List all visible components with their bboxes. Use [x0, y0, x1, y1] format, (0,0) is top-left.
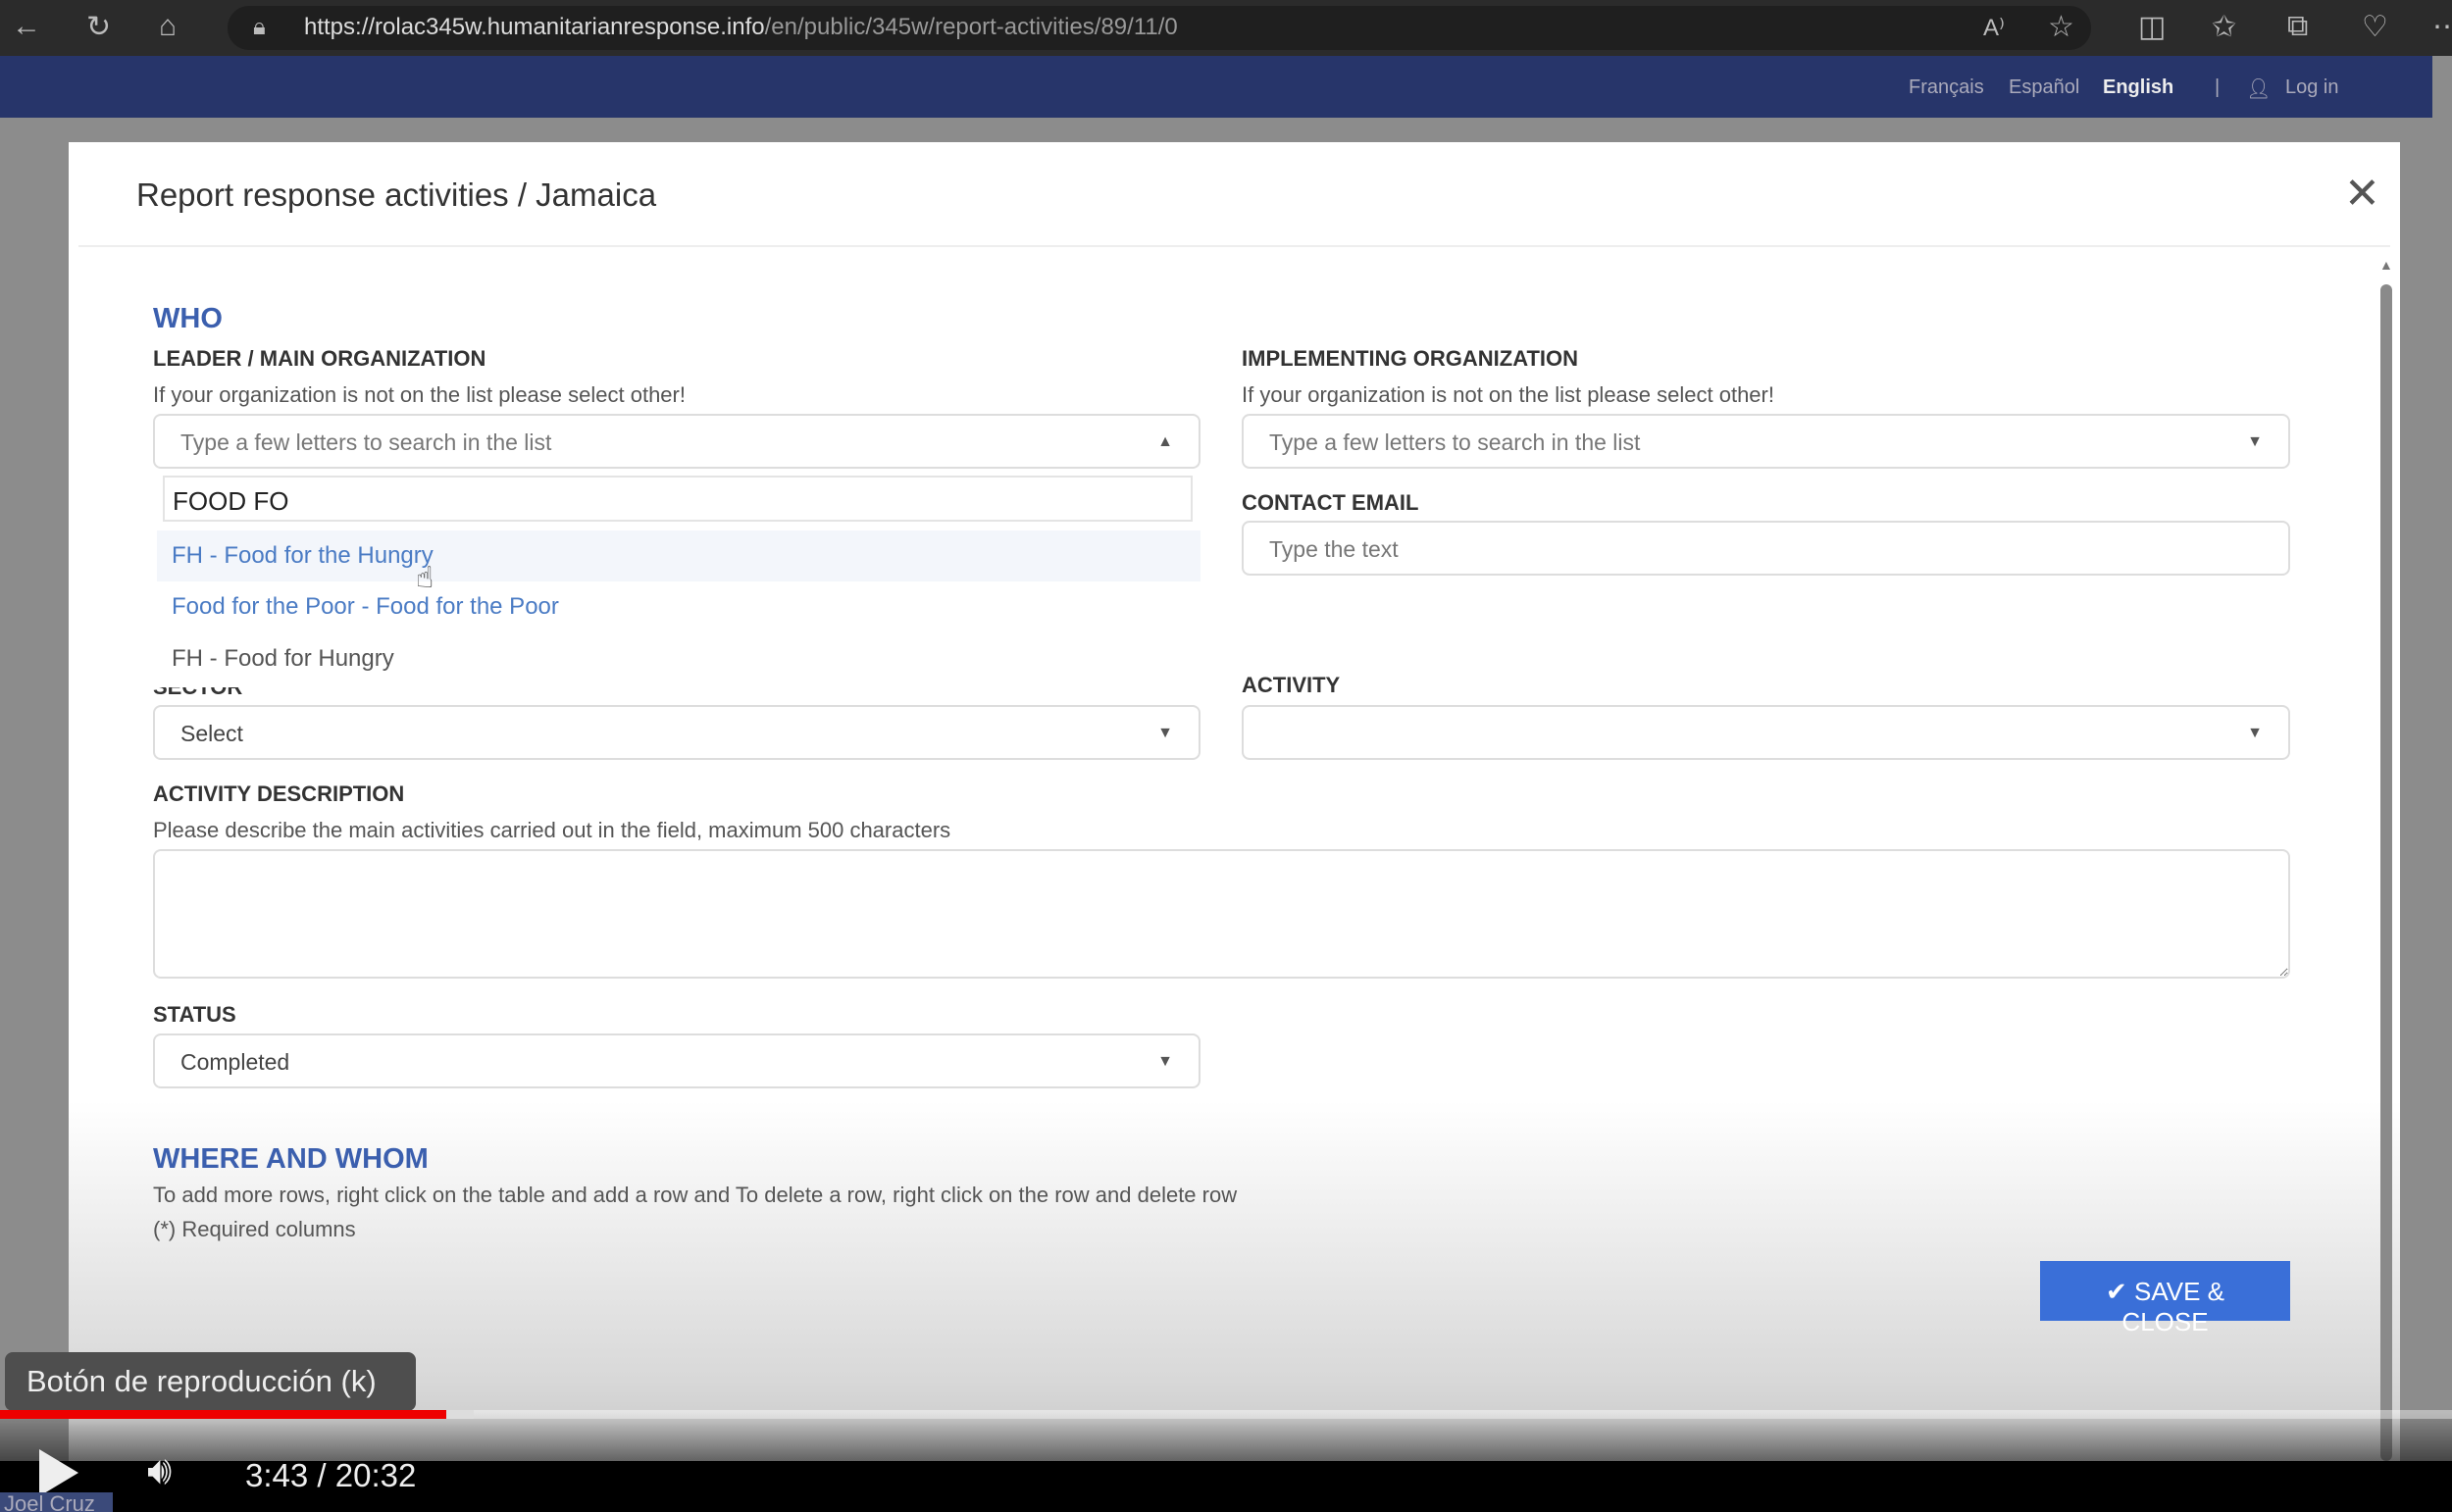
hand-cursor-icon: ☝︎ — [416, 562, 434, 594]
scroll-up-icon[interactable]: ▲ — [2379, 257, 2393, 273]
channel-tag: Joel Cruz — [0, 1492, 113, 1512]
check-icon: ✔ — [2105, 1277, 2134, 1306]
impl-org-select[interactable]: Type a few letters to search in the list… — [1242, 414, 2290, 469]
dropdown-option[interactable]: FH - Food for Hungry — [157, 633, 1200, 684]
user-icon: 👤︎ — [2246, 78, 2272, 100]
read-aloud-icon[interactable]: A⁾ — [1983, 14, 2005, 42]
url-text[interactable]: https://rolac345w.humanitarianresponse.i… — [304, 14, 1178, 41]
dropdown-option[interactable]: FH - Food for the Hungry — [157, 530, 1200, 581]
status-select[interactable]: Completed ▼ — [153, 1033, 1200, 1088]
activity-description-textarea[interactable] — [153, 849, 2290, 979]
caret-up-icon: ▲ — [1157, 433, 1173, 450]
back-icon[interactable]: ← — [12, 10, 41, 43]
video-time: 3:43 / 20:32 — [245, 1457, 417, 1493]
activity-select[interactable]: ▼ — [1242, 705, 2290, 760]
sector-value: Select — [180, 721, 243, 746]
modal-scrollbar[interactable] — [2380, 284, 2392, 1461]
caret-down-icon: ▼ — [1157, 1053, 1173, 1070]
impl-help: If your organization is not on the list … — [1242, 382, 1774, 407]
more-icon[interactable]: ⋯ — [2432, 10, 2452, 44]
status-value: Completed — [180, 1049, 290, 1075]
who-heading: WHO — [153, 303, 223, 334]
lang-spanish[interactable]: Español — [2009, 76, 2079, 99]
leader-help: If your organization is not on the list … — [153, 382, 686, 407]
impl-label: IMPLEMENTING ORGANIZATION — [1242, 346, 1579, 371]
modal-title: Report response activities / Jamaica — [136, 176, 657, 213]
url-host: https://rolac345w.humanitarianresponse.i… — [304, 14, 765, 40]
url-path: /en/public/345w/report-activities/89/11/… — [764, 14, 1178, 40]
caret-down-icon: ▼ — [2247, 725, 2263, 741]
lang-french[interactable]: Français — [1909, 76, 1984, 99]
separator: | — [2215, 76, 2221, 98]
dropdown-option[interactable]: Food for the Poor - Food for the Poor — [157, 581, 1200, 632]
leader-placeholder: Type a few letters to search in the list — [180, 429, 552, 455]
email-input[interactable]: Type the text — [1242, 521, 2290, 576]
desc-help: Please describe the main activities carr… — [153, 818, 951, 842]
play-tooltip: Botón de reproducción (k) — [5, 1352, 416, 1411]
email-placeholder: Type the text — [1269, 536, 1399, 562]
lock-icon[interactable]: 🔒︎ — [253, 14, 266, 41]
volume-icon[interactable]: 🔊︎ — [147, 1449, 172, 1493]
where-help: To add more rows, right click on the tab… — [153, 1183, 1238, 1207]
required-note: (*) Required columns — [153, 1217, 356, 1241]
lang-english[interactable]: English — [2103, 76, 2173, 99]
caret-down-icon: ▼ — [1157, 725, 1173, 741]
activity-label: ACTIVITY — [1242, 673, 1341, 697]
favorites-icon[interactable]: ✩ — [2212, 10, 2236, 44]
save-close-button[interactable]: ✔ SAVE & CLOSE — [2040, 1261, 2290, 1336]
controls-gradient — [0, 1412, 2452, 1461]
sector-select[interactable]: Select ▼ — [153, 705, 1200, 760]
caret-down-icon: ▼ — [2247, 433, 2263, 450]
status-label: STATUS — [153, 1002, 236, 1027]
where-heading: WHERE AND WHOM — [153, 1143, 429, 1175]
impl-placeholder: Type a few letters to search in the list — [1269, 429, 1641, 455]
email-label: CONTACT EMAIL — [1242, 490, 1419, 515]
collections-icon[interactable]: ⧉ — [2287, 10, 2308, 43]
dropdown-search-input[interactable]: FOOD FO — [163, 476, 1193, 522]
extensions-icon[interactable]: ♡ — [2362, 10, 2388, 44]
refresh-icon[interactable]: ↻ — [86, 10, 111, 44]
favorite-icon[interactable]: ☆ — [2048, 10, 2074, 44]
leader-org-select[interactable]: Type a few letters to search in the list… — [153, 414, 1200, 469]
split-screen-icon[interactable]: ◫ — [2138, 10, 2166, 44]
divider — [78, 245, 2390, 247]
close-icon[interactable]: ✕ — [2344, 169, 2380, 219]
play-icon[interactable] — [39, 1449, 78, 1496]
leader-label: LEADER / MAIN ORGANIZATION — [153, 346, 486, 371]
home-icon[interactable]: ⌂ — [159, 10, 177, 43]
desc-label: ACTIVITY DESCRIPTION — [153, 781, 405, 806]
login-link[interactable]: Log in — [2285, 76, 2339, 99]
video-played — [0, 1410, 446, 1419]
